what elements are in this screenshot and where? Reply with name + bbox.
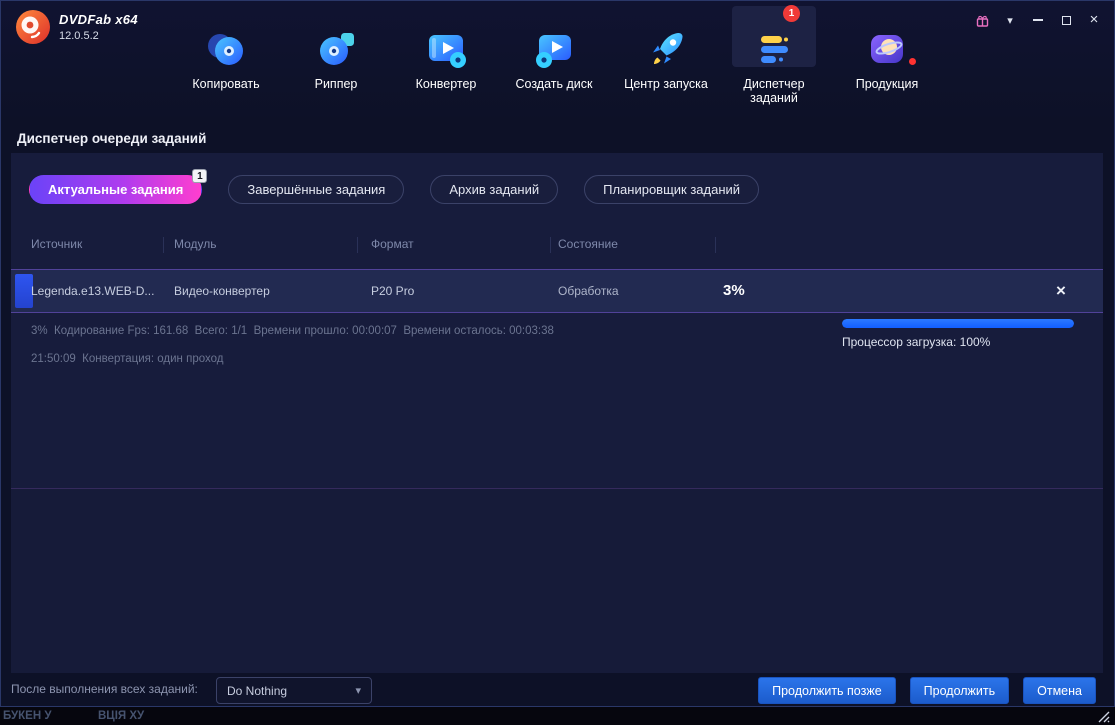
nav-item-create-disc[interactable]: Создать диск [499, 27, 609, 91]
row-close-icon[interactable]: × [1049, 270, 1073, 312]
nav-label: Конвертер [415, 77, 477, 91]
tab-label: Завершённые задания [247, 182, 386, 197]
table-header: Источник Модуль Формат Состояние [11, 237, 1103, 255]
ripper-disc-icon [320, 33, 354, 65]
column-header-source: Источник [31, 237, 164, 253]
tab-label: Актуальные задания [48, 182, 184, 197]
nav-label: Центр запуска [624, 77, 708, 91]
chevron-down-icon: ▾ [355, 685, 361, 697]
background-text-fragment: ВЦІЯ ХУ [98, 710, 145, 722]
tab-label: Архив заданий [449, 182, 540, 197]
nav-label: Создать диск [515, 77, 593, 91]
app-title: DVDFab x64 [59, 12, 138, 27]
task-detail-line1: 3% Кодирование Fps: 161.68 Всего: 1/1 Вр… [31, 325, 554, 337]
row-format: P20 Pro [371, 284, 415, 298]
cpu-progress-bar [842, 319, 1074, 328]
brand: DVDFab x64 12.0.5.2 [15, 9, 138, 45]
nav-item-task-manager[interactable]: Диспетчер заданий [719, 27, 829, 105]
cpu-load-label: Процессор загрузка: 100% [842, 335, 991, 349]
row-progress: 3% [723, 282, 745, 299]
nav-item-converter[interactable]: Конвертер [391, 27, 501, 91]
cpu-progress-fill [842, 319, 1074, 328]
tab-task-archive[interactable]: Архив заданий [430, 175, 559, 204]
queue-tabs: Актуальные задания 1 Завершённые задания… [29, 169, 760, 204]
task-manager-badge: 1 [783, 5, 800, 22]
page-title: Диспетчер очереди заданий [17, 131, 207, 146]
gift-icon[interactable] [974, 12, 990, 28]
products-icon [871, 35, 903, 63]
app-window: DVDFab x64 12.0.5.2 Копировать Риппер Ко… [0, 0, 1115, 707]
nav-label: Риппер [314, 77, 358, 91]
footer-bar: После выполнения всех заданий: Do Nothin… [1, 673, 1114, 708]
dvdfab-logo [16, 10, 50, 44]
products-new-dot [909, 58, 916, 65]
tab-task-scheduler[interactable]: Планировщик заданий [584, 175, 760, 204]
menu-dropdown-icon[interactable]: ▾ [1002, 12, 1018, 28]
column-header-state: Состояние [558, 237, 716, 253]
after-tasks-label: После выполнения всех заданий: [11, 682, 198, 696]
background-text-fragment: БУКЕН У [3, 710, 52, 722]
task-queue-panel: Актуальные задания 1 Завершённые задания… [11, 153, 1103, 673]
continue-later-button[interactable]: Продолжить позже [758, 677, 896, 704]
resize-grip-icon[interactable] [1095, 708, 1111, 724]
tab-finished-tasks[interactable]: Завершённые задания [228, 175, 405, 204]
tab-badge: 1 [192, 169, 208, 183]
converter-icon [429, 35, 466, 68]
footer-buttons: Продолжить позже Продолжить Отмена [758, 677, 1096, 704]
nav-item-launchpad[interactable]: Центр запуска [611, 27, 721, 91]
after-tasks-dropdown[interactable]: Do Nothing ▾ [216, 677, 372, 704]
row-module: Видео-конвертер [174, 284, 270, 298]
maximize-button[interactable] [1058, 12, 1074, 28]
continue-button[interactable]: Продолжить [909, 677, 1010, 704]
nav-item-copy[interactable]: Копировать [171, 27, 281, 91]
task-detail-line2: 21:50:09 Конвертация: один проход [31, 353, 224, 365]
cancel-button[interactable]: Отмена [1023, 677, 1096, 704]
background-window-strip: БУКЕН У ВЦІЯ ХУ [0, 707, 1115, 725]
panel-empty-area [11, 489, 1103, 673]
column-header-format: Формат [371, 237, 551, 253]
copy-disc-icon [208, 34, 243, 65]
app-version: 12.0.5.2 [59, 30, 99, 42]
minimize-button[interactable] [1030, 12, 1046, 28]
row-state: Обработка [558, 284, 619, 298]
column-header-module: Модуль [174, 237, 358, 253]
nav-label: Диспетчер заданий [743, 77, 805, 105]
create-disc-icon [536, 35, 571, 68]
close-button[interactable]: × [1086, 12, 1102, 28]
app-header: DVDFab x64 12.0.5.2 Копировать Риппер Ко… [1, 1, 1114, 121]
tab-current-tasks[interactable]: Актуальные задания 1 [29, 169, 208, 204]
dropdown-value: Do Nothing [227, 683, 288, 698]
task-manager-icon [761, 36, 788, 63]
nav-label: Продукция [855, 77, 919, 91]
launchpad-rocket-icon [653, 32, 683, 64]
window-controls: ▾ × [974, 12, 1102, 28]
screen: DVDFab x64 12.0.5.2 Копировать Риппер Ко… [0, 0, 1115, 725]
tab-label: Планировщик заданий [603, 182, 741, 197]
row-source: Legenda.e13.WEB-D... [31, 284, 155, 298]
table-row[interactable]: Legenda.e13.WEB-D... Видео-конвертер P20… [11, 269, 1103, 313]
nav-item-products[interactable]: Продукция [832, 27, 942, 91]
nav-item-ripper[interactable]: Риппер [281, 27, 391, 91]
nav-label: Копировать [192, 77, 260, 91]
